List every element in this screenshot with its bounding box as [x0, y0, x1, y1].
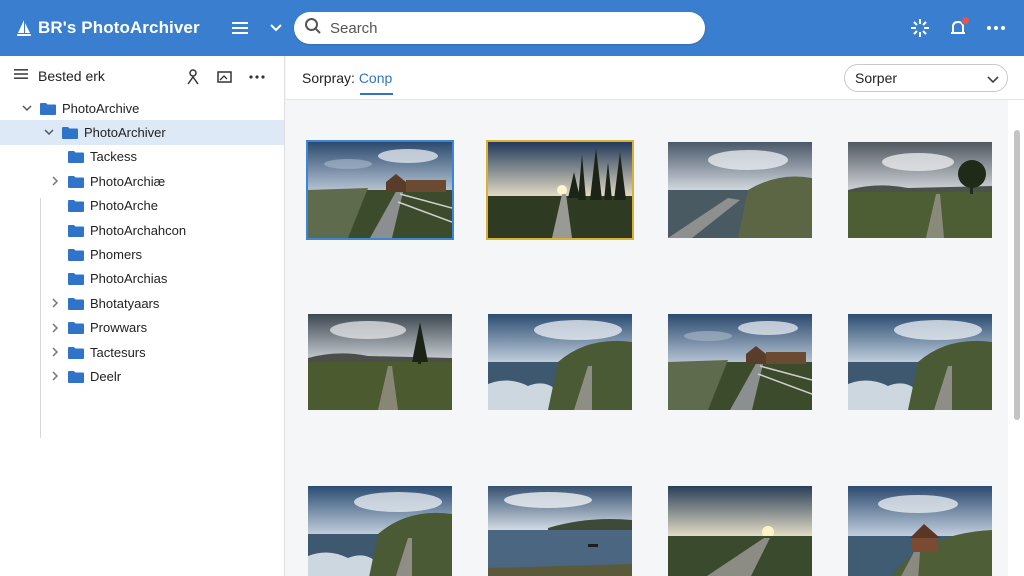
photo-thumbnail[interactable] — [486, 140, 634, 240]
chevron-down-icon[interactable] — [42, 126, 56, 140]
bell-icon[interactable] — [944, 14, 972, 42]
folder-tree: PhotoArchive PhotoArchiver Tackess PhotoArc… — [0, 96, 284, 389]
folder-icon — [68, 297, 84, 310]
folder-tree-label: PhotoArche — [90, 198, 158, 214]
photo-grid — [286, 100, 1008, 576]
more-icon[interactable] — [982, 14, 1010, 42]
folder-tree-label: Deelr — [90, 368, 122, 384]
top-bar: BR's PhotoArchiver — [0, 0, 1024, 56]
chevron-right-icon[interactable] — [48, 345, 62, 359]
photo-thumbnail[interactable] — [848, 314, 992, 410]
sidebar-more-icon[interactable] — [244, 64, 270, 90]
chevron-right-icon[interactable] — [48, 369, 62, 383]
folder-icon — [68, 248, 84, 262]
main-panel: Sorpray: Conp Sorper — [286, 56, 1024, 576]
sidebar-header-label: Bested erk — [38, 68, 105, 84]
folder-icon — [68, 199, 84, 213]
photo-thumbnail[interactable] — [306, 140, 454, 240]
breadcrumb-key: Sorpray: — [302, 70, 355, 86]
photo-thumbnail[interactable] — [488, 314, 632, 410]
chevron-down-icon[interactable] — [20, 101, 34, 115]
sparkle-icon[interactable] — [906, 14, 934, 42]
folder-tree-label: PhotoArchias — [90, 271, 168, 287]
chevron-right-icon[interactable] — [48, 321, 62, 335]
sidebar-actions — [180, 64, 270, 90]
sidebar: Bested erk PhotoArchive PhotoArchiver Tack… — [0, 56, 285, 576]
photo-thumbnail[interactable] — [848, 486, 992, 576]
folder-tree-label: Prowwars — [90, 320, 148, 336]
folder-tree-item[interactable]: Deelr — [0, 364, 284, 388]
notification-badge — [961, 16, 970, 25]
chevron-right-icon[interactable] — [48, 296, 62, 310]
folder-icon — [40, 102, 56, 115]
list-icon[interactable] — [14, 67, 28, 85]
folder-tree-item[interactable]: PhotoArchahcon — [0, 218, 284, 242]
folder-tree-label: PhotoArchiæ — [90, 173, 166, 189]
image-edit-icon[interactable] — [212, 64, 238, 90]
folder-tree-item[interactable]: PhotoArchias — [0, 267, 284, 291]
main-header: Sorpray: Conp Sorper — [286, 56, 1024, 100]
photo-thumbnail[interactable] — [488, 486, 632, 576]
folder-icon — [68, 346, 84, 359]
chevron-right-icon[interactable] — [48, 174, 62, 188]
folder-icon — [68, 321, 84, 335]
folder-tree-label: PhotoArchiver — [84, 125, 166, 141]
chevron-down-icon[interactable] — [262, 14, 290, 42]
breadcrumb-value[interactable]: Conp — [359, 70, 392, 86]
folder-tree-label: Phomers — [90, 247, 143, 263]
folder-tree-item[interactable]: PhotoArche — [0, 194, 284, 218]
search-input[interactable] — [330, 19, 670, 37]
breadcrumb-underline — [360, 93, 393, 95]
sort-label: Sorper — [855, 70, 898, 86]
folder-tree-item[interactable]: PhotoArchiæ — [0, 169, 284, 193]
folder-icon — [68, 150, 84, 164]
header-actions — [906, 14, 1010, 42]
folder-tree-item[interactable]: Tactesurs — [0, 340, 284, 364]
folder-tree-item[interactable]: PhotoArchive — [0, 96, 284, 120]
photo-thumbnail[interactable] — [668, 314, 812, 410]
search-box[interactable] — [294, 12, 705, 44]
search-icon — [304, 17, 322, 40]
folder-tree-item[interactable]: Prowwars — [0, 316, 284, 340]
photo-thumbnail[interactable] — [668, 486, 812, 576]
sailboat-logo-icon — [14, 18, 34, 38]
photo-thumbnail[interactable] — [308, 314, 452, 410]
person-icon[interactable] — [180, 64, 206, 90]
photo-thumbnail[interactable] — [668, 142, 812, 238]
folder-icon — [62, 126, 78, 140]
folder-tree-item[interactable]: Bhotatyaars — [0, 291, 284, 315]
folder-tree-label: Tactesurs — [90, 344, 146, 360]
folder-icon — [68, 175, 84, 188]
chevron-down-icon — [987, 71, 999, 87]
folder-tree-item[interactable]: Phomers — [0, 242, 284, 266]
folder-tree-item[interactable]: PhotoArchiver — [0, 120, 284, 145]
scrollbar-thumb[interactable] — [1014, 130, 1020, 420]
folder-tree-label: PhotoArchive — [62, 100, 140, 116]
folder-icon — [68, 272, 84, 286]
folder-icon — [68, 224, 84, 237]
folder-tree-label: Bhotatyaars — [90, 295, 160, 311]
sort-dropdown[interactable]: Sorper — [844, 64, 1008, 92]
menu-icon[interactable] — [226, 14, 254, 42]
breadcrumb: Sorpray: Conp — [302, 70, 393, 95]
folder-tree-label: Tackess — [90, 149, 137, 165]
app-title: BR's PhotoArchiver — [38, 18, 200, 37]
brand[interactable]: BR's PhotoArchiver — [14, 18, 200, 38]
photo-thumbnail[interactable] — [308, 486, 452, 576]
scrollbar[interactable] — [1012, 100, 1022, 576]
folder-icon — [68, 370, 84, 383]
folder-tree-label: PhotoArchahcon — [90, 222, 187, 238]
photo-thumbnail[interactable] — [848, 142, 992, 238]
folder-tree-item[interactable]: Tackess — [0, 145, 284, 169]
app-window: BR's PhotoArchiver Search Bested erk Pho… — [0, 0, 1024, 576]
